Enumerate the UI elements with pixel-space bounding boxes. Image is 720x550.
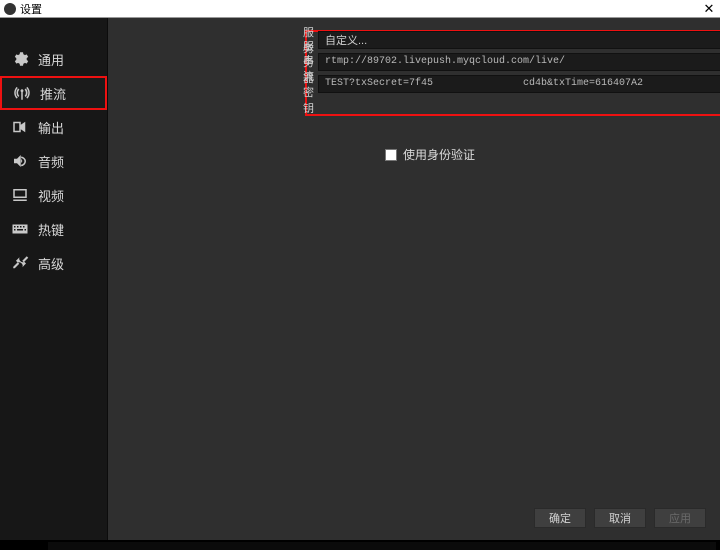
sidebar-item-label: 高级 [38, 254, 64, 273]
tools-icon [10, 253, 30, 273]
sidebar-item-stream[interactable]: 推流 [0, 76, 107, 110]
keyboard-icon [10, 219, 30, 239]
stream-form: 服务 自定义... ▲▼ 服务器 rtmp://89702.livepush.m… [303, 30, 696, 163]
service-select[interactable]: 自定义... ▲▼ [318, 31, 720, 49]
monitor-icon [10, 185, 30, 205]
sidebar-item-output[interactable]: 输出 [0, 110, 107, 144]
sidebar-item-label: 视频 [38, 186, 64, 205]
cancel-button[interactable]: 取消 [594, 508, 646, 528]
service-value: 自定义... [325, 35, 367, 47]
server-input[interactable]: rtmp://89702.livepush.myqcloud.com/live/ [318, 53, 720, 71]
sidebar-item-label: 热键 [38, 220, 64, 239]
settings-sidebar: 通用 推流 输出 音频 视频 [0, 18, 108, 540]
window-title: 设置 [20, 1, 42, 17]
stream-key-part2: cd4b&txTime=616407A2 [523, 75, 643, 93]
server-row: 服务器 rtmp://89702.livepush.myqcloud.com/l… [303, 52, 696, 72]
auth-checkbox-label: 使用身份验证 [403, 146, 475, 163]
dialog-footer: 确定 取消 应用 [108, 506, 720, 530]
sidebar-item-label: 推流 [40, 84, 66, 103]
auth-checkbox[interactable] [385, 149, 397, 161]
window-title-bar: 设置 ✕ [0, 0, 720, 18]
sidebar-item-hotkeys[interactable]: 热键 [0, 212, 107, 246]
window-body: 通用 推流 输出 音频 视频 [0, 18, 720, 540]
bottom-strip [0, 540, 720, 550]
server-value: rtmp://89702.livepush.myqcloud.com/live/ [325, 53, 565, 71]
ok-button[interactable]: 确定 [534, 508, 586, 528]
speaker-icon [10, 151, 30, 171]
sidebar-item-label: 输出 [38, 118, 64, 137]
auth-checkbox-row[interactable]: 使用身份验证 [385, 146, 696, 163]
apply-button[interactable]: 应用 [654, 508, 706, 528]
stream-key-part1: TEST?txSecret=7f45 [325, 75, 433, 93]
stream-key-input[interactable]: TEST?txSecret=7f45 cd4b&txTime=616407A2 [318, 75, 720, 93]
service-row: 服务 自定义... ▲▼ [303, 30, 696, 50]
sidebar-item-label: 通用 [38, 50, 64, 69]
sidebar-item-video[interactable]: 视频 [0, 178, 107, 212]
antenna-icon [12, 83, 32, 103]
sidebar-item-audio[interactable]: 音频 [0, 144, 107, 178]
stream-key-row: 串流密钥 TEST?txSecret=7f45 cd4b&txTime=6164… [303, 74, 696, 94]
app-icon [4, 3, 16, 15]
sidebar-item-general[interactable]: 通用 [0, 42, 107, 76]
stream-key-label: 串流密钥 [303, 52, 318, 116]
sidebar-item-label: 音频 [38, 152, 64, 171]
output-icon [10, 117, 30, 137]
close-icon[interactable]: ✕ [702, 1, 716, 17]
gear-icon [10, 49, 30, 69]
sidebar-item-advanced[interactable]: 高级 [0, 246, 107, 280]
settings-panel: 服务 自定义... ▲▼ 服务器 rtmp://89702.livepush.m… [108, 18, 720, 540]
